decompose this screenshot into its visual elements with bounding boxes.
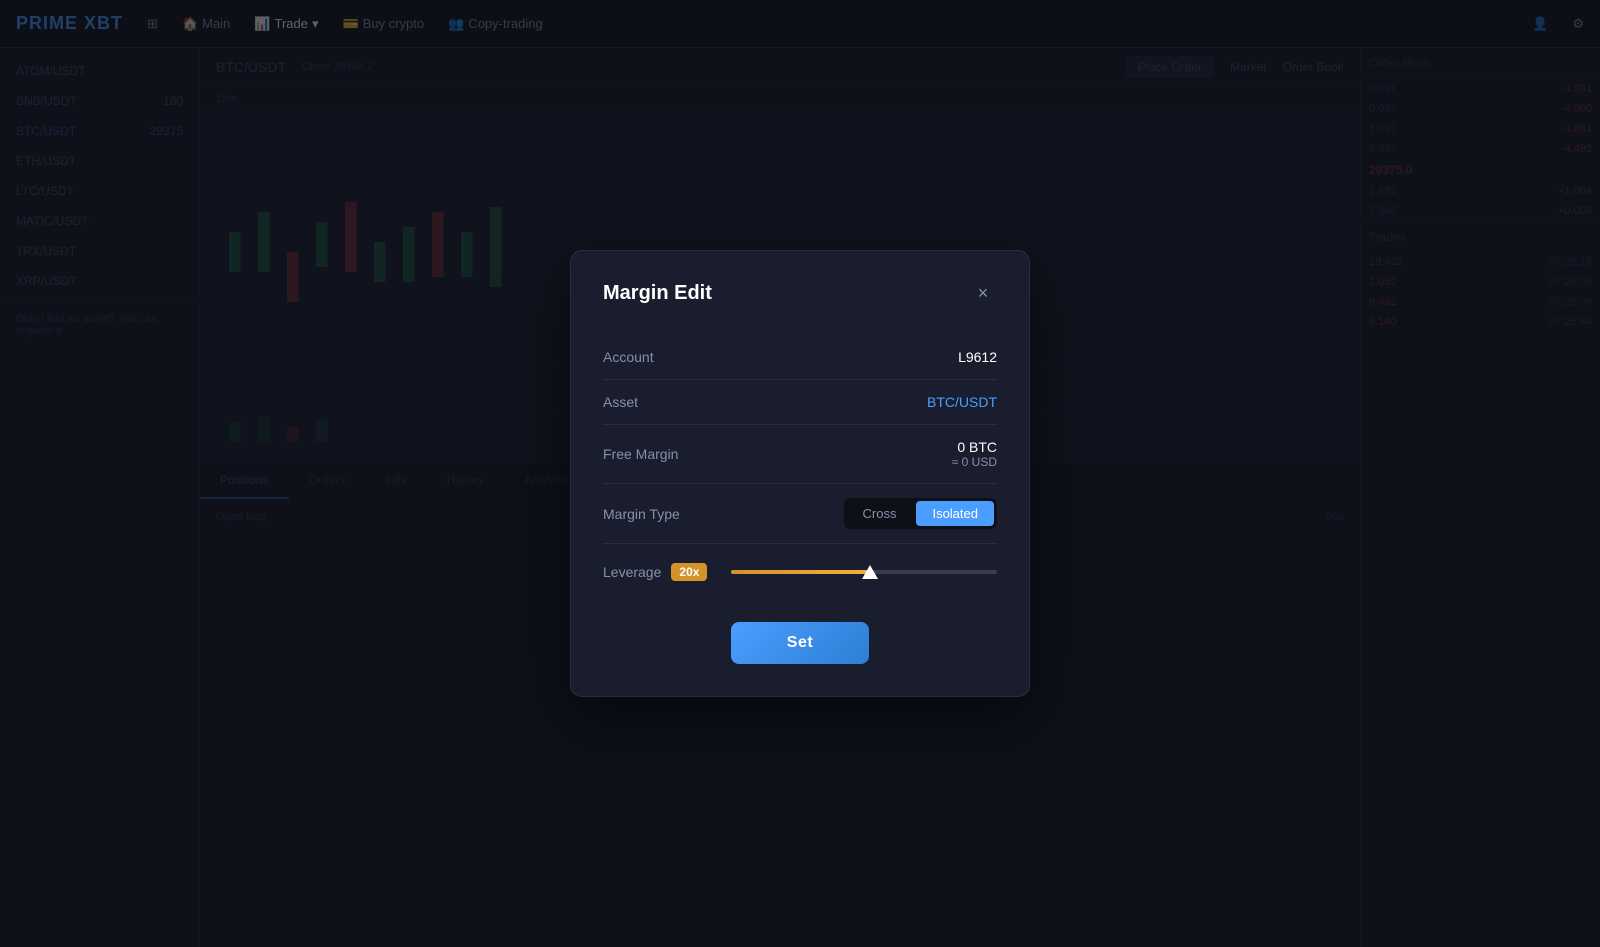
- free-margin-row: Free Margin 0 BTC ≈ 0 USD: [603, 425, 997, 484]
- free-margin-usd: ≈ 0 USD: [952, 455, 997, 469]
- set-button-container: Set: [603, 622, 997, 664]
- asset-value: BTC/USDT: [927, 394, 997, 410]
- margin-type-row: Margin Type Cross Isolated: [603, 484, 997, 544]
- leverage-slider-container: [731, 562, 997, 582]
- free-margin-btc: 0 BTC: [957, 439, 997, 455]
- isolated-button[interactable]: Isolated: [916, 501, 994, 526]
- modal-title: Margin Edit: [603, 282, 712, 305]
- modal-close-button[interactable]: ×: [969, 279, 997, 307]
- margin-edit-modal: Margin Edit × Account L9612 Asset BTC/US…: [570, 250, 1030, 697]
- cross-button[interactable]: Cross: [847, 501, 913, 526]
- slider-fill-left: [731, 570, 869, 574]
- account-value: L9612: [958, 349, 997, 365]
- leverage-badge: 20x: [671, 563, 707, 581]
- account-label: Account: [603, 349, 654, 365]
- margin-type-label: Margin Type: [603, 506, 680, 522]
- set-button[interactable]: Set: [731, 622, 869, 664]
- slider-thumb[interactable]: [862, 565, 878, 579]
- free-margin-label: Free Margin: [603, 446, 678, 462]
- slider-fill-right: [870, 570, 997, 574]
- account-row: Account L9612: [603, 335, 997, 380]
- modal-header: Margin Edit ×: [603, 279, 997, 307]
- leverage-row: Leverage 20x: [603, 544, 997, 594]
- asset-label: Asset: [603, 394, 638, 410]
- asset-row: Asset BTC/USDT: [603, 380, 997, 425]
- margin-type-toggle: Cross Isolated: [844, 498, 998, 529]
- free-margin-value: 0 BTC ≈ 0 USD: [952, 439, 997, 469]
- modal-overlay: Margin Edit × Account L9612 Asset BTC/US…: [0, 0, 1600, 947]
- slider-track[interactable]: [731, 570, 997, 574]
- leverage-label: Leverage: [603, 564, 661, 580]
